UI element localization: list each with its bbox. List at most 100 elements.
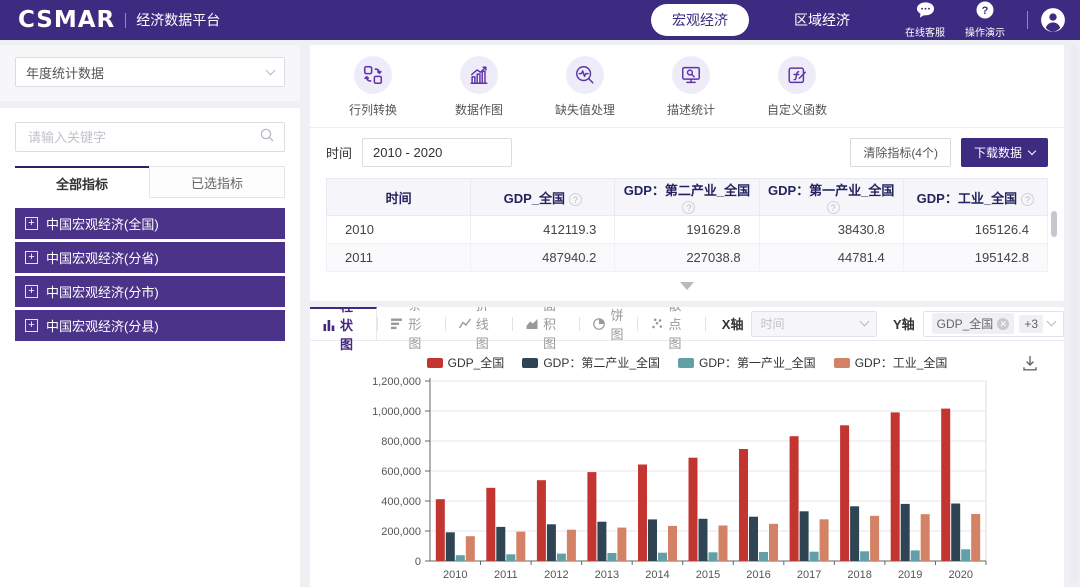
indicator-panel: 全部指标已选指标 +中国宏观经济(全国)+中国宏观经济(分省)+中国宏观经济(分… xyxy=(0,108,300,587)
legend-item[interactable]: GDP：第一产业_全国 xyxy=(678,354,816,371)
expand-more-icon[interactable] xyxy=(680,282,694,290)
data-table-wrap: 时间GDP_全国?GDP：第二产业_全国?GDP：第一产业_全国?GDP：工业_… xyxy=(326,178,1048,272)
table-cell: 191629.8 xyxy=(615,216,759,244)
svg-text:?: ? xyxy=(982,5,989,17)
table-header-row: 时间GDP_全国?GDP：第二产业_全国?GDP：第一产业_全国?GDP：工业_… xyxy=(327,179,1048,216)
svg-text:2014: 2014 xyxy=(645,569,669,581)
chart-type-tab[interactable]: 散点图 xyxy=(638,307,704,340)
util-label: 操作演示 xyxy=(965,24,1005,39)
tree-item[interactable]: + 中国宏观经济(分县) xyxy=(15,310,285,341)
csmar-economic-data-platform: { "header": { "logo": "CSMAR", "product"… xyxy=(0,0,1080,587)
header-divider xyxy=(1027,11,1028,29)
y-axis-tag-label: GDP_全国 xyxy=(937,315,994,332)
chart-type-tabs: 柱状图条形图折线图面积图饼图散点图 xyxy=(310,307,706,340)
table-row[interactable]: 2011487940.2227038.844781.4195142.8 xyxy=(327,244,1048,272)
chart-type-tab[interactable]: 折线图 xyxy=(446,307,512,340)
time-range-input[interactable] xyxy=(362,138,512,167)
table-scrollbar-thumb[interactable] xyxy=(1051,211,1057,237)
svg-text:600,000: 600,000 xyxy=(381,466,421,478)
x-axis-select[interactable]: 时间 xyxy=(751,311,876,337)
indicator-tabs: 全部指标已选指标 xyxy=(15,166,285,198)
table-column-header: GDP：第二产业_全国? xyxy=(615,179,759,216)
table-cell: 165126.4 xyxy=(903,216,1047,244)
table-cell: 412119.3 xyxy=(471,216,615,244)
clear-indicators-button[interactable]: 清除指标(4个) xyxy=(850,138,951,167)
plus-icon[interactable]: + xyxy=(25,251,38,264)
toolbar-action[interactable]: 自定义函数 xyxy=(764,56,830,118)
legend-swatch xyxy=(427,358,443,368)
plus-icon[interactable]: + xyxy=(25,285,38,298)
legend-label: GDP：第二产业_全国 xyxy=(543,354,660,371)
hbar-chart-icon xyxy=(391,318,403,330)
user-avatar-icon[interactable] xyxy=(1040,7,1066,33)
indicator-tab[interactable]: 已选指标 xyxy=(149,166,285,198)
legend-label: GDP_全国 xyxy=(448,354,505,371)
indicator-tab[interactable]: 全部指标 xyxy=(15,166,149,198)
tree-item[interactable]: +中国宏观经济(全国) xyxy=(15,208,285,239)
chart-type-tab[interactable]: 柱状图 xyxy=(310,307,377,340)
toolbar-action-label: 行列转换 xyxy=(349,101,397,118)
chart-plot-icon xyxy=(460,56,498,94)
data-table: 时间GDP_全国?GDP：第二产业_全国?GDP：第一产业_全国?GDP：工业_… xyxy=(326,178,1048,272)
help-icon[interactable]: ? xyxy=(682,201,695,214)
descriptive-stats-icon xyxy=(672,56,710,94)
chevron-down-icon xyxy=(1028,147,1036,155)
svg-text:2015: 2015 xyxy=(696,569,720,581)
nav-item[interactable]: 宏观经济 xyxy=(651,4,749,36)
chart-type-tab[interactable]: 面积图 xyxy=(513,307,579,340)
csmar-logo: CSMAR xyxy=(18,7,115,33)
x-axis-value: 时间 xyxy=(760,315,784,332)
header-util-item[interactable]: 在线客服 xyxy=(905,1,945,39)
chat-icon xyxy=(916,1,935,24)
chart-type-tab[interactable]: 饼图 xyxy=(580,307,637,340)
chart-type-label: 饼图 xyxy=(610,307,624,343)
nav-item[interactable]: 区域经济 xyxy=(773,4,871,36)
toolbar-action[interactable]: 数据作图 xyxy=(446,56,512,118)
legend-item[interactable]: GDP：第二产业_全国 xyxy=(522,354,660,371)
search-input[interactable] xyxy=(26,129,260,146)
chart-card: 柱状图条形图折线图面积图饼图散点图 X轴 时间 Y轴 GDP_全国 ✕ +3 xyxy=(310,307,1064,587)
toolbar-action[interactable]: 行列转换 xyxy=(340,56,406,118)
legend-label: GDP：第一产业_全国 xyxy=(699,354,816,371)
remove-tag-icon[interactable]: ✕ xyxy=(997,318,1009,330)
svg-text:2020: 2020 xyxy=(948,569,972,581)
table-cell: 44781.4 xyxy=(759,244,903,272)
help-icon[interactable]: ? xyxy=(1021,193,1034,206)
table-cell: 227038.8 xyxy=(615,244,759,272)
bar-chart-icon xyxy=(323,319,335,331)
legend-item[interactable]: GDP：工业_全国 xyxy=(834,354,948,371)
svg-text:2010: 2010 xyxy=(443,569,467,581)
toolbar-action-label: 描述统计 xyxy=(667,101,715,118)
download-button-label: 下载数据 xyxy=(974,144,1022,161)
y-axis-select[interactable]: GDP_全国 ✕ +3 xyxy=(923,311,1064,337)
plus-icon[interactable]: + xyxy=(25,217,38,230)
page-scrollbar[interactable] xyxy=(1070,45,1078,583)
table-column-header: GDP：工业_全国? xyxy=(903,179,1047,216)
toolbar-action[interactable]: 描述统计 xyxy=(658,56,724,118)
download-icon[interactable] xyxy=(1022,355,1038,376)
search-icon xyxy=(260,128,274,147)
table-cell: 487940.2 xyxy=(471,244,615,272)
toolbar-action[interactable]: 缺失值处理 xyxy=(552,56,618,118)
help-icon[interactable]: ? xyxy=(827,201,840,214)
chart-legend: GDP_全国 GDP：第二产业_全国 GDP：第一产业_全国 GDP：工业_全国 xyxy=(310,341,1064,375)
svg-text:2011: 2011 xyxy=(494,569,518,581)
table-row[interactable]: 2010412119.3191629.838430.8165126.4 xyxy=(327,216,1048,244)
table-cell: 2010 xyxy=(327,216,471,244)
x-axis-label: X轴 xyxy=(722,314,744,333)
chevron-down-icon xyxy=(266,65,276,75)
legend-label: GDP：工业_全国 xyxy=(855,354,948,371)
download-data-button[interactable]: 下载数据 xyxy=(961,138,1048,167)
tree-item[interactable]: +中国宏观经济(分市) xyxy=(15,276,285,307)
header-util-item[interactable]: ? 操作演示 xyxy=(965,1,1005,39)
tree-item[interactable]: +中国宏观经济(分省) xyxy=(15,242,285,273)
svg-text:2017: 2017 xyxy=(797,569,821,581)
dataset-select[interactable]: 年度统计数据 xyxy=(15,57,285,87)
plus-icon[interactable]: + xyxy=(25,319,38,332)
help-icon[interactable]: ? xyxy=(569,193,582,206)
chart-type-tab[interactable]: 条形图 xyxy=(378,307,444,340)
tree-item-label: 中国宏观经济(分县) xyxy=(46,316,159,335)
legend-item[interactable]: GDP_全国 xyxy=(427,354,505,371)
svg-text:1,000,000: 1,000,000 xyxy=(372,406,421,418)
table-expand-row xyxy=(310,272,1064,301)
